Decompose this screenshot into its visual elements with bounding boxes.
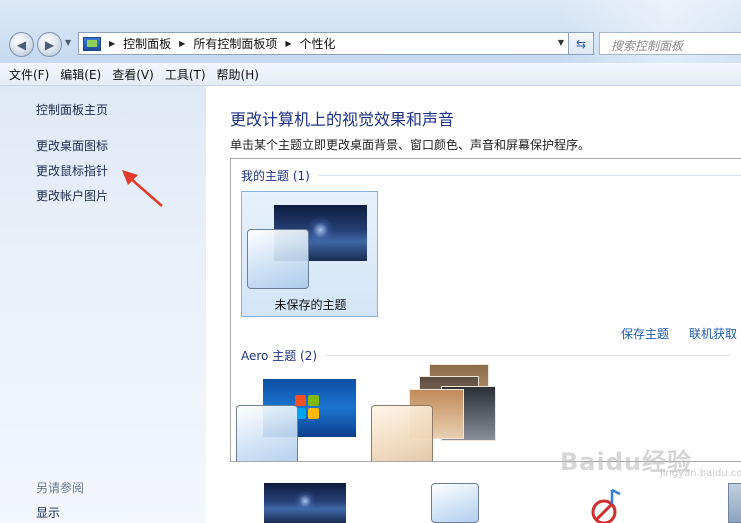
theme-unsaved-label: 未保存的主题 <box>274 298 347 312</box>
group-my-themes: 我的主题 (1) <box>241 167 741 184</box>
window-color-swatch <box>236 405 298 461</box>
see-also-label: 另请参阅 <box>36 481 85 495</box>
chevron-right-icon[interactable]: ▶ <box>109 39 115 48</box>
page-title: 更改计算机上的视觉效果和声音 <box>230 110 455 129</box>
menu-file[interactable]: 文件(F) <box>9 66 49 83</box>
menu-help[interactable]: 帮助(H) <box>217 66 259 83</box>
back-arrow-icon: ◀ <box>16 37 27 52</box>
breadcrumb-all-items[interactable]: 所有控制面板项 <box>193 35 277 52</box>
group-divider <box>317 175 741 176</box>
group-my-themes-title: 我的主题 (1) <box>241 169 310 183</box>
change-desktop-icons-link[interactable]: 更改桌面图标 <box>36 137 108 154</box>
menu-tools[interactable]: 工具(T) <box>165 66 206 83</box>
annotation-arrow-icon <box>122 170 163 207</box>
sound-icon[interactable] <box>586 486 626 523</box>
menu-edit[interactable]: 编辑(E) <box>60 66 101 83</box>
window-color-swatch <box>247 229 309 289</box>
control-panel-home-link[interactable]: 控制面板主页 <box>36 101 108 118</box>
refresh-icon: ⇆ <box>575 36 587 51</box>
breadcrumb-control-panel[interactable]: 控制面板 <box>123 35 171 52</box>
left-pane: 控制面板主页 更改桌面图标 更改鼠标指针 更改帐户图片 另请参阅 显示 <box>0 86 206 523</box>
get-more-themes-online-link[interactable]: 联机获取 <box>689 325 737 342</box>
chevron-right-icon[interactable]: ▶ <box>179 39 185 48</box>
chevron-right-icon[interactable]: ▶ <box>285 39 291 48</box>
search-input[interactable]: 搜索控制面板 <box>599 32 741 55</box>
change-account-picture-link[interactable]: 更改帐户图片 <box>36 187 108 204</box>
group-divider <box>325 355 731 356</box>
address-bar[interactable]: ▶ 控制面板 ▶ 所有控制面板项 ▶ 个性化 ▼ <box>78 32 569 55</box>
refresh-button[interactable]: ⇆ <box>569 32 594 55</box>
forward-button[interactable]: ▶ <box>37 32 62 57</box>
forward-arrow-icon: ▶ <box>44 37 55 52</box>
menu-bar: 文件(F) 编辑(E) 查看(V) 工具(T) 帮助(H) <box>0 63 741 86</box>
desktop-background-thumbnail[interactable] <box>264 483 346 523</box>
group-aero-themes-title: Aero 主题 (2) <box>241 349 318 363</box>
recent-pages-dropdown[interactable]: ▼ <box>65 38 71 47</box>
window-color-swatch <box>371 405 433 461</box>
window-color-thumbnail[interactable] <box>431 483 479 523</box>
theme-list[interactable]: 我的主题 (1) 未保存的主题 保存主题 联机获取 Aero 主题 (2) <box>230 158 741 462</box>
menu-view[interactable]: 查看(V) <box>112 66 154 83</box>
baidu-watermark-url: jingyan.baidu.com <box>660 468 741 479</box>
page-subtitle: 单击某个主题立即更改桌面背景、窗口颜色、声音和屏幕保护程序。 <box>230 138 591 152</box>
save-theme-link[interactable]: 保存主题 <box>621 325 669 342</box>
change-mouse-pointer-link[interactable]: 更改鼠标指针 <box>36 162 108 179</box>
chevron-down-icon[interactable]: ▼ <box>558 38 564 47</box>
theme-unsaved[interactable]: 未保存的主题 <box>241 191 378 317</box>
group-aero-themes: Aero 主题 (2) <box>241 347 731 364</box>
display-link[interactable]: 显示 <box>36 504 60 521</box>
screensaver-thumbnail[interactable] <box>728 483 741 523</box>
breadcrumb-personalization[interactable]: 个性化 <box>300 35 336 52</box>
windows-logo-icon <box>295 395 321 421</box>
back-button[interactable]: ◀ <box>9 32 34 57</box>
control-panel-icon <box>83 36 101 51</box>
